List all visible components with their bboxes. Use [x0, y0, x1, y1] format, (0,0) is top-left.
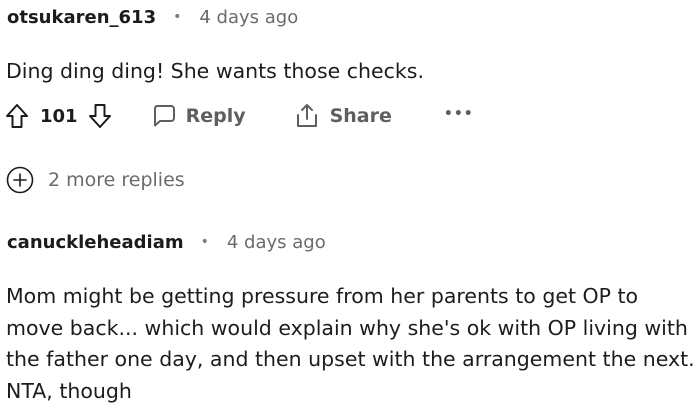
comment-action-bar: 101 Reply Share ••• — [3, 98, 474, 134]
comment-header: canuckleheadiam • 4 days ago — [7, 227, 326, 257]
plus-circle-icon — [6, 166, 34, 194]
meta-separator: • — [173, 9, 182, 25]
more-replies-label: 2 more replies — [48, 169, 185, 191]
reply-button[interactable]: Reply — [152, 104, 246, 128]
reply-icon — [153, 105, 175, 127]
share-icon — [296, 104, 317, 127]
comment-username[interactable]: otsukaren_613 — [7, 7, 156, 28]
downvote-button[interactable] — [86, 101, 114, 131]
more-replies-link[interactable]: 2 more replies — [6, 164, 185, 196]
comment-body: Ding ding ding! She wants those checks. — [6, 59, 424, 83]
upvote-button[interactable] — [3, 101, 31, 131]
vote-score: 101 — [40, 105, 78, 127]
comment-timestamp[interactable]: 4 days ago — [227, 232, 326, 253]
share-label: Share — [329, 105, 392, 127]
comment-username[interactable]: canuckleheadiam — [7, 232, 184, 253]
meta-separator: • — [200, 234, 209, 250]
more-options-icon[interactable]: ••• — [444, 106, 474, 126]
reply-label: Reply — [185, 105, 246, 127]
comment-body: Mom might be getting pressure from her p… — [6, 284, 695, 403]
comment-timestamp[interactable]: 4 days ago — [199, 7, 298, 28]
share-button[interactable]: Share — [294, 103, 392, 129]
downvote-icon — [88, 104, 111, 128]
upvote-icon — [6, 104, 28, 128]
comment-header: otsukaren_613 • 4 days ago — [7, 2, 298, 32]
